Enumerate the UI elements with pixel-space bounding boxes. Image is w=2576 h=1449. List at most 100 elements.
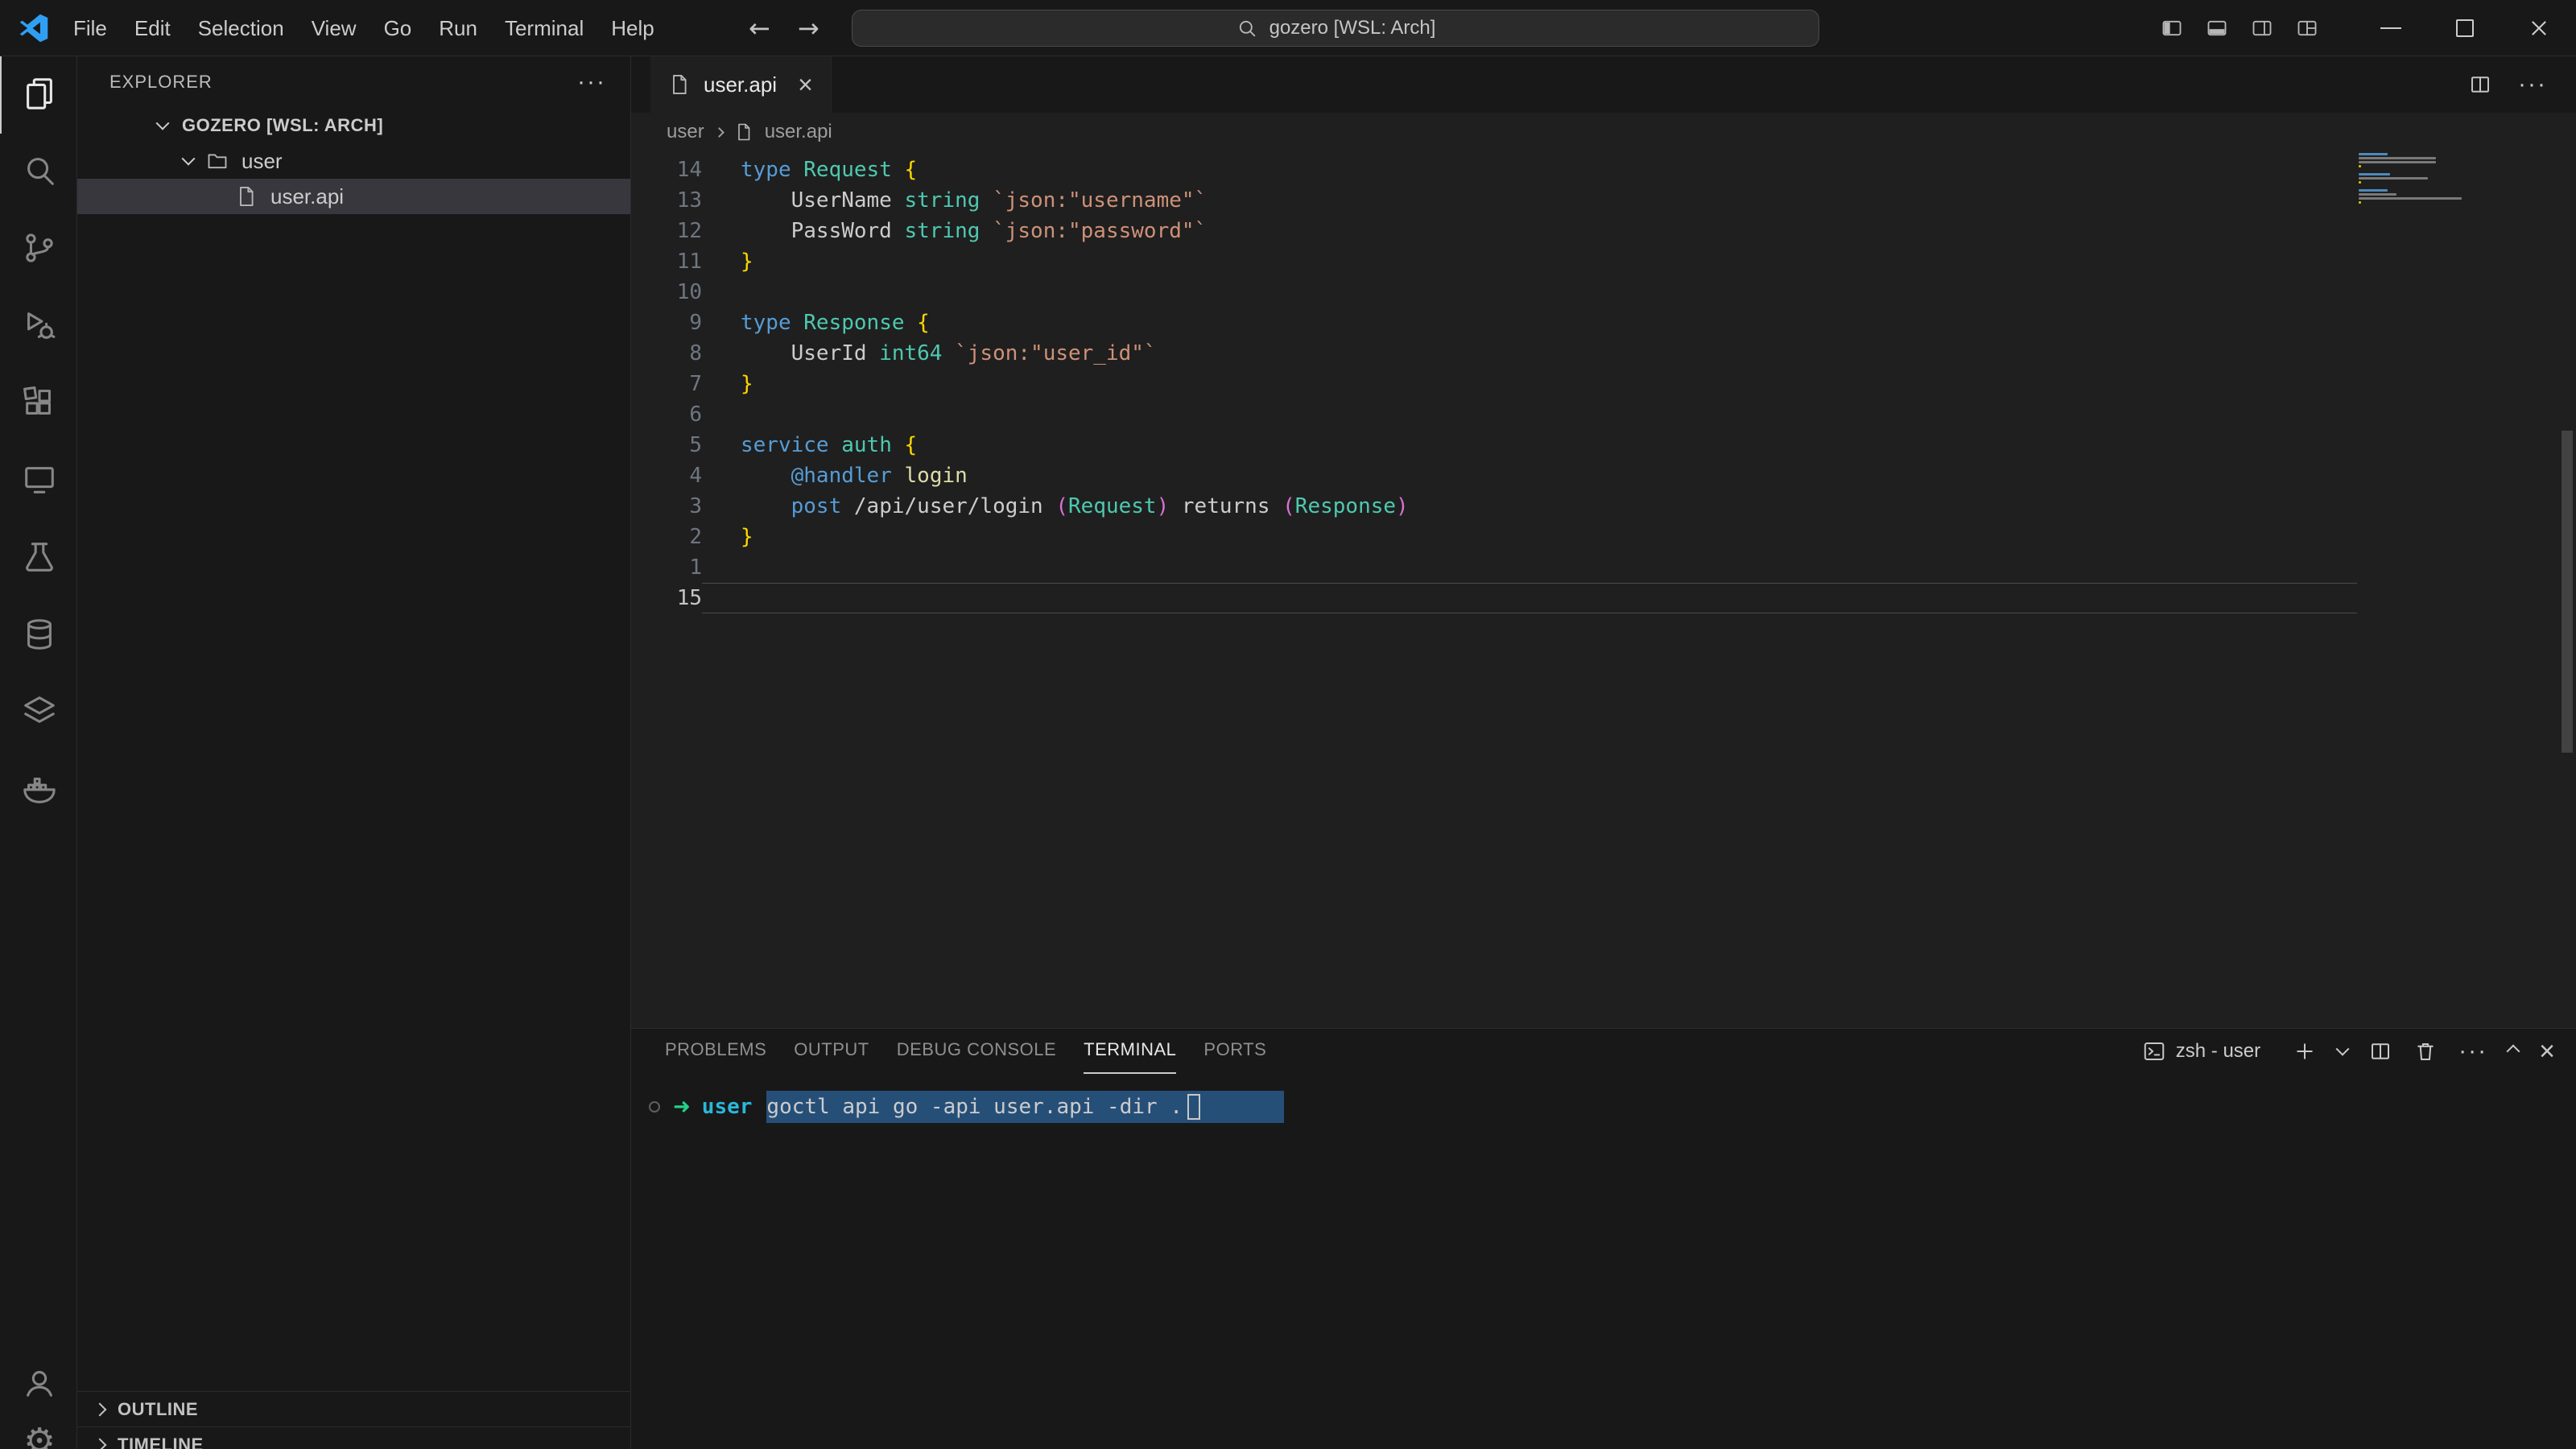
toggle-secondary-sidebar-icon[interactable] xyxy=(2251,17,2273,39)
minimap[interactable] xyxy=(2359,153,2467,213)
new-terminal-icon[interactable] xyxy=(2293,1039,2317,1063)
code-editor[interactable]: 14type Request {13 UserName string `json… xyxy=(631,151,2576,1028)
vscode-logo-icon xyxy=(19,14,48,43)
forward-button[interactable]: → xyxy=(798,13,819,43)
close-panel-icon[interactable]: × xyxy=(2539,1039,2555,1063)
menu-file[interactable]: File xyxy=(60,0,121,56)
line-number: 6 xyxy=(631,399,702,430)
editor-more-button[interactable]: ··· xyxy=(2518,76,2547,93)
menu-go[interactable]: Go xyxy=(370,0,426,56)
terminal-selection-tail xyxy=(1200,1092,1284,1121)
account-icon xyxy=(21,1364,58,1406)
code-line[interactable]: 9type Response { xyxy=(631,308,2576,338)
line-content: service auth { xyxy=(702,430,2357,460)
command-decoration-circle-icon[interactable] xyxy=(649,1101,660,1113)
breadcrumb[interactable]: user user.api xyxy=(631,113,2576,151)
code-line[interactable]: 8 UserId int64 `json:"user_id"` xyxy=(631,338,2576,369)
panel-tab-terminal[interactable]: TERMINAL xyxy=(1084,1029,1176,1074)
code-line[interactable]: 7} xyxy=(631,369,2576,399)
menu-run[interactable]: Run xyxy=(425,0,491,56)
editor-scrollbar[interactable] xyxy=(2562,431,2573,753)
code-line[interactable]: 14type Request { xyxy=(631,155,2576,185)
activity-item-layers[interactable] xyxy=(0,675,77,752)
kill-terminal-icon[interactable] xyxy=(2413,1039,2438,1063)
activity-item-testing[interactable] xyxy=(0,520,77,597)
file-userapi-row[interactable]: user.api xyxy=(77,179,630,214)
split-editor-icon[interactable] xyxy=(2468,72,2492,97)
activity-item-remote-explorer[interactable] xyxy=(0,443,77,520)
minimap-line xyxy=(2359,177,2428,180)
remote-explorer-icon xyxy=(21,461,58,502)
activity-item-search[interactable] xyxy=(0,134,77,211)
terminal[interactable]: ➜ user goctl api go -api user.api -dir . xyxy=(631,1074,2576,1449)
code-line[interactable]: 6 xyxy=(631,399,2576,430)
minimap-line xyxy=(2359,165,2361,167)
maximize-button[interactable] xyxy=(2428,0,2502,56)
code-line[interactable]: 13 UserName string `json:"username"` xyxy=(631,185,2576,216)
code-line[interactable]: 10 xyxy=(631,277,2576,308)
code-line[interactable]: 3 post /api/user/login (Request) returns… xyxy=(631,491,2576,522)
panel-tab-debug-console[interactable]: DEBUG CONSOLE xyxy=(897,1029,1056,1074)
code-lines: 14type Request {13 UserName string `json… xyxy=(631,155,2576,613)
terminal-selection: goctl api go -api user.api -dir . xyxy=(766,1091,1284,1123)
code-line[interactable]: 1 xyxy=(631,552,2576,583)
command-center-search[interactable]: gozero [WSL: Arch] xyxy=(852,10,1819,47)
activity-item-docker[interactable] xyxy=(0,752,77,829)
line-number: 9 xyxy=(631,308,702,338)
line-content: } xyxy=(702,246,2357,277)
customize-layout-icon[interactable] xyxy=(2296,17,2318,39)
code-line[interactable]: 4 @handler login xyxy=(631,460,2576,491)
activity-item-extensions[interactable] xyxy=(0,365,77,443)
file-icon xyxy=(235,185,258,208)
line-number: 7 xyxy=(631,369,702,399)
activity-item-database[interactable] xyxy=(0,597,77,675)
menu-view[interactable]: View xyxy=(298,0,370,56)
panel-more-button[interactable]: ··· xyxy=(2458,1043,2487,1059)
line-number: 2 xyxy=(631,522,702,552)
timeline-label: TIMELINE xyxy=(118,1435,204,1449)
beaker-icon xyxy=(21,539,58,580)
breadcrumb-file[interactable]: user.api xyxy=(765,121,832,143)
line-content: UserId int64 `json:"user_id"` xyxy=(702,338,2357,369)
database-icon xyxy=(21,616,58,657)
line-content xyxy=(702,583,2357,613)
source-control-icon xyxy=(21,229,58,270)
line-number: 1 xyxy=(631,552,702,583)
code-line[interactable]: 11} xyxy=(631,246,2576,277)
menu-edit[interactable]: Edit xyxy=(121,0,184,56)
minimize-button[interactable] xyxy=(2354,0,2428,56)
panel-tab-output[interactable]: OUTPUT xyxy=(794,1029,869,1074)
folder-user-row[interactable]: user xyxy=(77,143,630,179)
menu-selection[interactable]: Selection xyxy=(184,0,298,56)
timeline-section[interactable]: TIMELINE xyxy=(77,1426,631,1449)
maximize-panel-icon[interactable] xyxy=(2507,1045,2520,1059)
terminal-shell-picker[interactable]: zsh - user xyxy=(2142,1039,2260,1063)
minimap-line xyxy=(2359,189,2388,192)
tab-close-icon[interactable]: × xyxy=(798,72,813,97)
code-line[interactable]: 5service auth { xyxy=(631,430,2576,460)
back-button[interactable]: ← xyxy=(749,13,770,43)
line-content: PassWord string `json:"password"` xyxy=(702,216,2357,246)
panel-tab-ports[interactable]: PORTS xyxy=(1203,1029,1266,1074)
code-line[interactable]: 12 PassWord string `json:"password"` xyxy=(631,216,2576,246)
tab-userapi[interactable]: user.api × xyxy=(650,56,832,113)
activity-item-source-control[interactable] xyxy=(0,211,77,288)
menu-help[interactable]: Help xyxy=(597,0,667,56)
toggle-panel-icon[interactable] xyxy=(2206,17,2228,39)
code-line[interactable]: 2} xyxy=(631,522,2576,552)
close-button[interactable] xyxy=(2502,0,2576,56)
explorer-more-button[interactable]: ··· xyxy=(577,74,606,90)
activity-item-settings[interactable]: ⚙ xyxy=(0,1402,77,1449)
menu-terminal[interactable]: Terminal xyxy=(491,0,597,56)
split-terminal-icon[interactable] xyxy=(2368,1039,2392,1063)
activity-item-explorer[interactable] xyxy=(0,56,77,134)
toggle-primary-sidebar-icon[interactable] xyxy=(2161,17,2183,39)
breadcrumb-folder[interactable]: user xyxy=(667,121,704,143)
panel-tab-problems[interactable]: PROBLEMS xyxy=(665,1029,766,1074)
outline-section[interactable]: OUTLINE xyxy=(77,1391,631,1426)
terminal-dropdown-icon[interactable] xyxy=(2336,1042,2350,1056)
line-content: } xyxy=(702,522,2357,552)
activity-item-run-and-debug[interactable] xyxy=(0,288,77,365)
code-line[interactable]: 15 xyxy=(631,583,2576,613)
workspace-root-row[interactable]: GOZERO [WSL: ARCH] xyxy=(77,108,630,143)
